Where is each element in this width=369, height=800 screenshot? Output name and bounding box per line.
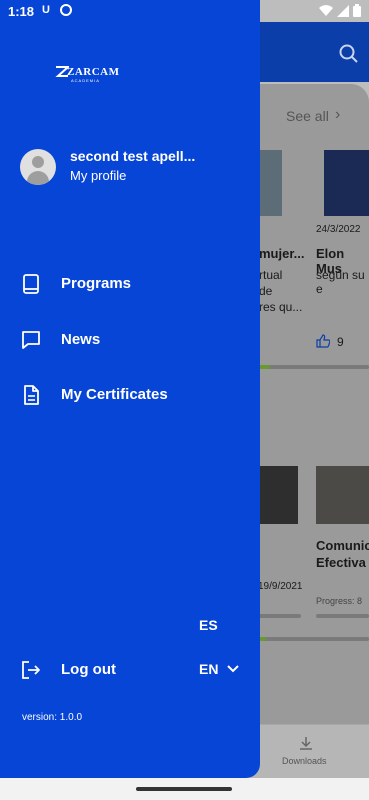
avatar-body-shape xyxy=(27,171,49,185)
chat-icon xyxy=(22,331,40,349)
my-profile-link[interactable]: My profile xyxy=(70,168,126,183)
nav-item-programs[interactable]: Programs xyxy=(0,264,260,304)
logout-label: Log out xyxy=(61,661,116,678)
logo-subtitle: ACADEMIA xyxy=(71,78,100,83)
progress-track xyxy=(258,365,369,369)
profile-name[interactable]: second test apell... xyxy=(70,148,212,164)
progress-track xyxy=(258,637,369,641)
chevron-right-icon: › xyxy=(335,106,341,123)
downloads-tab-label[interactable]: Downloads xyxy=(282,756,327,766)
status-time: 1:18 xyxy=(8,4,35,19)
app-version: version: 1.0.0 xyxy=(22,712,83,723)
status-bar: 1:18 U xyxy=(0,0,369,22)
logout-icon xyxy=(22,661,40,679)
nav-item-my-certificates[interactable]: My Certificates xyxy=(0,375,260,415)
like-count: 9 xyxy=(337,335,344,349)
download-icon[interactable] xyxy=(298,736,314,752)
progress-track xyxy=(316,614,369,618)
avatar[interactable] xyxy=(20,149,56,185)
language-option-es[interactable]: ES xyxy=(199,617,218,633)
card-image xyxy=(258,466,298,524)
notification-u-icon: U xyxy=(42,4,50,16)
progress-track xyxy=(258,614,301,618)
nav-item-news[interactable]: News xyxy=(0,320,260,360)
card-title: Comunic xyxy=(316,538,369,553)
navigation-drawer: ZARCAM ACADEMIA second test apell... My … xyxy=(0,0,260,778)
card-text: res qu... xyxy=(259,300,303,314)
see-all-link[interactable]: See all xyxy=(286,108,329,124)
notification-app-icon xyxy=(60,4,72,16)
logo-text: ZARCAM xyxy=(67,66,120,78)
nav-label: News xyxy=(61,331,101,348)
wifi-icon xyxy=(319,4,333,16)
chevron-down-icon[interactable] xyxy=(225,661,241,677)
document-icon xyxy=(24,385,39,405)
card-text: según su e xyxy=(316,268,365,296)
nav-label: My Certificates xyxy=(61,386,168,403)
card-text: de xyxy=(259,284,273,298)
battery-icon xyxy=(353,4,361,17)
card-image xyxy=(324,150,369,216)
card-text: rtual xyxy=(259,268,283,282)
card-image xyxy=(316,466,369,524)
avatar-head-shape xyxy=(32,156,44,168)
card-image xyxy=(258,150,282,216)
language-selector[interactable]: EN xyxy=(199,661,218,677)
search-icon[interactable] xyxy=(339,44,359,64)
gesture-handle[interactable] xyxy=(136,787,232,791)
thumbs-up-icon[interactable] xyxy=(316,334,330,348)
zarcam-logo: ZARCAM ACADEMIA xyxy=(55,66,127,84)
card-date: 24/3/2022 xyxy=(316,224,361,235)
card-title: mujer... xyxy=(259,246,305,261)
system-icons xyxy=(319,4,361,17)
nav-label: Programs xyxy=(61,275,132,292)
signal-icon xyxy=(337,4,349,17)
logout-button[interactable]: Log out xyxy=(0,650,180,690)
progress-label: Progress: 8 xyxy=(316,596,363,606)
card-date: 19/9/2021 xyxy=(258,581,303,592)
card-title: Efectiva xyxy=(316,555,366,570)
book-icon xyxy=(23,274,39,294)
